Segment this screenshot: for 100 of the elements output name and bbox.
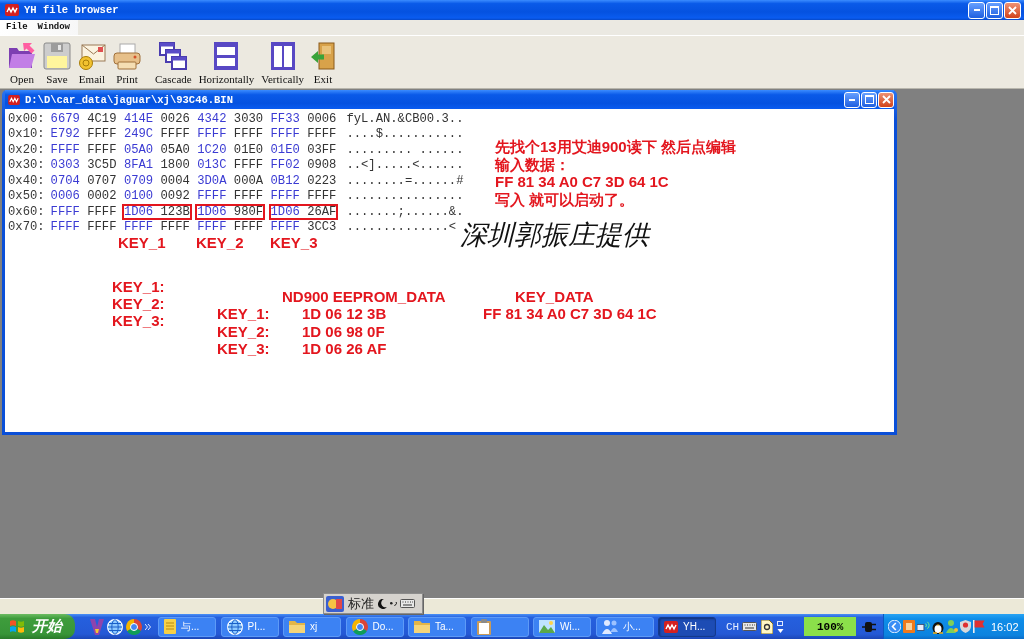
hex-word: 980F <box>233 205 264 218</box>
hex-word: FFFF <box>87 221 117 234</box>
network-icon[interactable] <box>917 620 930 633</box>
penguin-icon[interactable] <box>932 619 944 634</box>
plug-icon[interactable] <box>862 620 877 633</box>
hex-word: 3030 <box>233 112 264 125</box>
hex-word: FFFF <box>160 221 190 234</box>
minimize-button[interactable] <box>844 91 860 108</box>
moon-icon[interactable] <box>378 598 387 609</box>
toolbar-button[interactable]: Cascade <box>152 41 195 87</box>
toolbar-button[interactable]: Exit <box>308 41 339 87</box>
shield-icon[interactable] <box>960 620 971 633</box>
horizontal-split-icon[interactable] <box>214 42 239 70</box>
taskbar-button[interactable]: Do... <box>345 616 404 637</box>
key-label: KEY_1: <box>217 305 270 323</box>
printer-icon[interactable] <box>113 42 141 70</box>
envelope-icon[interactable] <box>78 42 106 70</box>
toolbar-button[interactable]: Save <box>40 41 74 87</box>
toolbar-button[interactable]: Email <box>75 41 109 87</box>
toolbar-button[interactable]: Vertically <box>258 41 308 87</box>
language-button[interactable]: CH <box>726 620 740 633</box>
document-icon[interactable] <box>761 619 774 634</box>
maximize-button[interactable] <box>861 91 877 108</box>
zoom-indicator: 100% <box>804 617 857 636</box>
punctuation-icon[interactable] <box>390 601 397 606</box>
hex-word: E792 <box>50 128 80 141</box>
key-marker: KEY_2 <box>196 234 244 252</box>
taskbar-button[interactable]: xj <box>283 616 341 637</box>
app-icon[interactable] <box>90 618 104 635</box>
toolbar-button[interactable]: Horizontally <box>195 41 258 87</box>
close-button[interactable] <box>1004 1 1021 19</box>
taskbar-button[interactable]: PI... <box>220 616 279 637</box>
hex-word: FF02 <box>270 159 300 172</box>
window-title: YH file browser <box>24 4 119 16</box>
ime-logo-icon[interactable] <box>326 595 344 612</box>
offset-label: 0x70: <box>8 221 45 234</box>
menu-item[interactable]: Window <box>35 21 72 34</box>
key-marker: KEY_1 <box>118 234 166 252</box>
hex-word: 013C <box>197 159 227 172</box>
color-wheel-icon <box>351 618 368 635</box>
key-label: KEY_3: <box>112 312 165 329</box>
hex-word: FFFF <box>123 221 154 234</box>
hex-word: 1800 <box>160 159 190 172</box>
globe-icon <box>226 618 243 635</box>
hex-word: FFFF <box>307 190 337 203</box>
hex-word: FFFF <box>270 190 300 203</box>
vertical-split-icon[interactable] <box>270 42 295 70</box>
hex-word: FFFF <box>270 128 300 141</box>
folder-icon[interactable] <box>8 42 36 70</box>
hex-word: 6679 <box>50 112 80 125</box>
app-tile-icon[interactable] <box>903 620 915 633</box>
taskbar-button[interactable]: 与... <box>158 616 216 637</box>
clipboard-icon <box>476 618 491 635</box>
hex-word: 0004 <box>160 174 190 187</box>
close-button[interactable] <box>878 91 894 108</box>
hex-word: FFFF <box>197 128 227 141</box>
menu-item[interactable]: File <box>4 21 30 34</box>
door-icon[interactable] <box>311 42 336 70</box>
keyboard-icon[interactable] <box>742 622 758 631</box>
people-icon <box>601 619 618 634</box>
minimize-button[interactable] <box>968 1 985 19</box>
close-icon <box>881 95 891 104</box>
credit-text: 深圳郭振庄提供 <box>460 221 649 249</box>
hex-word: 03FF <box>307 143 337 156</box>
toolbar-button[interactable]: Open <box>5 41 39 87</box>
hex-word: 0707 <box>87 174 117 187</box>
taskbar-button[interactable]: 小... <box>595 616 654 637</box>
arrow-icon[interactable] <box>777 620 785 633</box>
color-wheel-icon[interactable] <box>126 618 142 635</box>
maximize-button[interactable] <box>986 1 1003 19</box>
keyboard-icon[interactable] <box>400 599 415 608</box>
folder-icon <box>289 620 305 633</box>
logo-icon <box>664 620 678 633</box>
column-header: KEY_DATA <box>515 288 594 305</box>
taskbar-button[interactable] <box>470 616 529 637</box>
clock: 16:02 <box>991 620 1019 633</box>
hex-word: FFFF <box>233 159 264 172</box>
chevron-left-icon[interactable] <box>888 620 901 633</box>
taskbar-button[interactable]: Wi... <box>533 616 591 637</box>
document-title: D:\D\car_data\jaguar\xj\93C46.BIN <box>25 93 233 106</box>
hex-word: FFFF <box>270 221 300 234</box>
offset-label: 0x30: <box>8 159 45 172</box>
notepad-icon <box>164 619 176 634</box>
key-label: KEY_2: <box>217 322 270 340</box>
taskbar-button[interactable]: Ta... <box>408 616 466 637</box>
hex-word: 414E <box>123 112 154 125</box>
hex-word: 000A <box>233 174 264 187</box>
taskbar-button[interactable]: YH... <box>658 616 716 637</box>
toolbar-button[interactable]: Print <box>110 41 144 87</box>
hex-word: FFFF <box>307 128 337 141</box>
double-chevron-icon[interactable] <box>145 623 151 630</box>
folder-icon <box>414 620 430 633</box>
globe-icon[interactable] <box>107 618 123 635</box>
logo-icon <box>5 4 19 16</box>
ime-mode-button[interactable]: 标准 <box>347 595 375 612</box>
start-button[interactable]: 开始 <box>0 614 75 639</box>
stacked-windows-icon[interactable] <box>159 42 188 70</box>
hex-word: 0006 <box>307 112 337 125</box>
hex-word: 3CC3 <box>307 221 337 234</box>
flag-icon[interactable] <box>973 620 985 633</box>
